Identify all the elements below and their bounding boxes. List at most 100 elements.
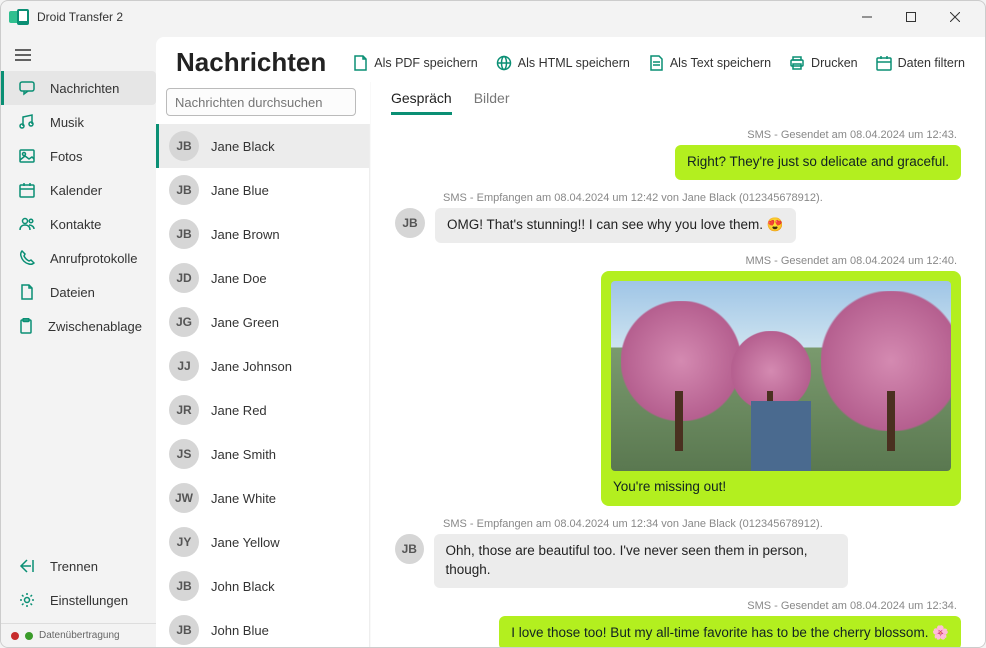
tab-images[interactable]: Bilder: [474, 90, 510, 115]
avatar: JG: [169, 307, 199, 337]
status-dot-green: [25, 632, 33, 640]
page-title: Nachrichten: [176, 47, 336, 78]
contact-item[interactable]: JB Jane Brown: [156, 212, 369, 256]
text-icon: [648, 55, 664, 71]
message-bubble: OMG! That's stunning!! I can see why you…: [435, 208, 796, 243]
contact-item[interactable]: JJJane Johnson: [156, 344, 369, 388]
photo-icon: [18, 148, 36, 164]
contact-name: Jane White: [211, 491, 276, 506]
message-bubble: Right? They're just so delicate and grac…: [675, 145, 961, 180]
contact-item[interactable]: JW Jane White: [156, 476, 369, 520]
contact-item[interactable]: JDJane Doe: [156, 256, 369, 300]
calendar-icon: [18, 182, 36, 198]
save-text-button[interactable]: Als Text speichern: [648, 55, 771, 71]
mms-text: You're missing out!: [611, 471, 951, 496]
avatar: JB: [169, 175, 199, 205]
message-sent: SMS - Gesendet am 08.04.2024 um 12:34. I…: [395, 596, 961, 647]
avatar: JB: [169, 571, 199, 601]
contact-name: Jane Black: [211, 139, 275, 154]
print-button[interactable]: Drucken: [789, 55, 858, 71]
message-bubble: I love those too! But my all-time favori…: [499, 616, 961, 647]
file-icon: [18, 284, 36, 300]
search-input[interactable]: [166, 88, 356, 116]
printer-icon: [789, 55, 805, 71]
nav-main: Nachrichten Musik Fotos Kalender Kontakt…: [1, 71, 156, 549]
chat-icon: [18, 80, 36, 96]
contact-name: Jane Johnson: [211, 359, 292, 374]
titlebar: Droid Transfer 2: [1, 1, 985, 33]
message-meta: SMS - Empfangen am 08.04.2024 um 12:34 v…: [443, 518, 823, 530]
nav-calendar[interactable]: Kalender: [1, 173, 156, 207]
close-button[interactable]: [933, 3, 977, 31]
nav-label: Fotos: [50, 149, 83, 164]
avatar: JR: [169, 395, 199, 425]
nav-messages[interactable]: Nachrichten: [1, 71, 156, 105]
filter-icon: [876, 55, 892, 71]
nav-contacts[interactable]: Kontakte: [1, 207, 156, 241]
minimize-button[interactable]: [845, 3, 889, 31]
tool-label: Daten filtern: [898, 56, 965, 70]
pdf-icon: [352, 55, 368, 71]
nav-music[interactable]: Musik: [1, 105, 156, 139]
nav-settings[interactable]: Einstellungen: [1, 583, 156, 617]
message-meta: SMS - Gesendet am 08.04.2024 um 12:34.: [747, 600, 957, 612]
tool-label: Als PDF speichern: [374, 56, 478, 70]
contact-item[interactable]: JB Jane Black: [156, 124, 369, 168]
menu-toggle-button[interactable]: [1, 43, 156, 67]
mms-bubble: You're missing out!: [601, 271, 961, 506]
nav-label: Trennen: [50, 559, 98, 574]
status-bar: Datenübertragung: [1, 623, 156, 647]
contact-item[interactable]: JYJane Yellow: [156, 520, 369, 564]
contact-item[interactable]: JBJane Blue: [156, 168, 369, 212]
message-bubble: Ohh, those are beautiful too. I've never…: [434, 534, 848, 588]
message-sent: SMS - Gesendet am 08.04.2024 um 12:43. R…: [395, 125, 961, 180]
contact-name: Jane Brown: [211, 227, 280, 242]
message-received: SMS - Empfangen am 08.04.2024 um 12:42 v…: [395, 188, 961, 243]
nav-label: Anrufprotokolle: [50, 251, 137, 266]
disconnect-icon: [18, 558, 36, 574]
message-meta: SMS - Empfangen am 08.04.2024 um 12:42 v…: [443, 192, 823, 204]
contact-item[interactable]: JSJane Smith: [156, 432, 369, 476]
nav-disconnect[interactable]: Trennen: [1, 549, 156, 583]
contact-item[interactable]: JR Jane Red: [156, 388, 369, 432]
status-dot-red: [11, 632, 19, 640]
nav-label: Musik: [50, 115, 84, 130]
nav-files[interactable]: Dateien: [1, 275, 156, 309]
avatar: JB: [395, 534, 424, 564]
contact-item[interactable]: JBJohn Blue: [156, 608, 369, 647]
nav-clipboard[interactable]: Zwischenablage: [1, 309, 156, 343]
tabs: Gespräch Bilder: [371, 82, 985, 115]
gear-icon: [18, 592, 36, 608]
save-html-button[interactable]: Als HTML speichern: [496, 55, 630, 71]
contact-name: Jane Red: [211, 403, 267, 418]
save-pdf-button[interactable]: Als PDF speichern: [352, 55, 478, 71]
contact-item[interactable]: JBJohn Black: [156, 564, 369, 608]
message-sent-mms: MMS - Gesendet am 08.04.2024 um 12:40.: [395, 251, 961, 506]
avatar: JB: [169, 615, 199, 645]
main-panel: Nachrichten Als PDF speichern Als HTML s…: [156, 37, 985, 647]
nav-label: Kontakte: [50, 217, 101, 232]
avatar: JB: [169, 131, 199, 161]
avatar: JB: [169, 219, 199, 249]
nav-photos[interactable]: Fotos: [1, 139, 156, 173]
search: [166, 88, 356, 116]
nav-label: Nachrichten: [50, 81, 119, 96]
message-received: SMS - Empfangen am 08.04.2024 um 12:34 v…: [395, 514, 961, 588]
avatar: JW: [169, 483, 199, 513]
tab-conversation[interactable]: Gespräch: [391, 90, 452, 115]
avatar: JB: [395, 208, 425, 238]
nav-label: Einstellungen: [50, 593, 128, 608]
music-icon: [18, 114, 36, 130]
content: JBJane BlackJBJane BlueJBJane BrownJDJan…: [156, 82, 985, 647]
nav-label: Zwischenablage: [48, 319, 142, 334]
contact-item[interactable]: JGJane Green: [156, 300, 369, 344]
contacts[interactable]: JBJane BlackJBJane BlueJBJane BrownJDJan…: [156, 124, 370, 647]
maximize-button[interactable]: [889, 3, 933, 31]
chat-panel: Gespräch Bilder SMS - Gesendet am 08.04.…: [371, 82, 985, 647]
nav-bottom: Trennen Einstellungen: [1, 549, 156, 617]
messages[interactable]: SMS - Gesendet am 08.04.2024 um 12:43. R…: [371, 115, 985, 647]
mms-image[interactable]: [611, 281, 951, 471]
app-title: Droid Transfer 2: [37, 10, 845, 24]
nav-calllog[interactable]: Anrufprotokolle: [1, 241, 156, 275]
filter-button[interactable]: Daten filtern: [876, 55, 965, 71]
